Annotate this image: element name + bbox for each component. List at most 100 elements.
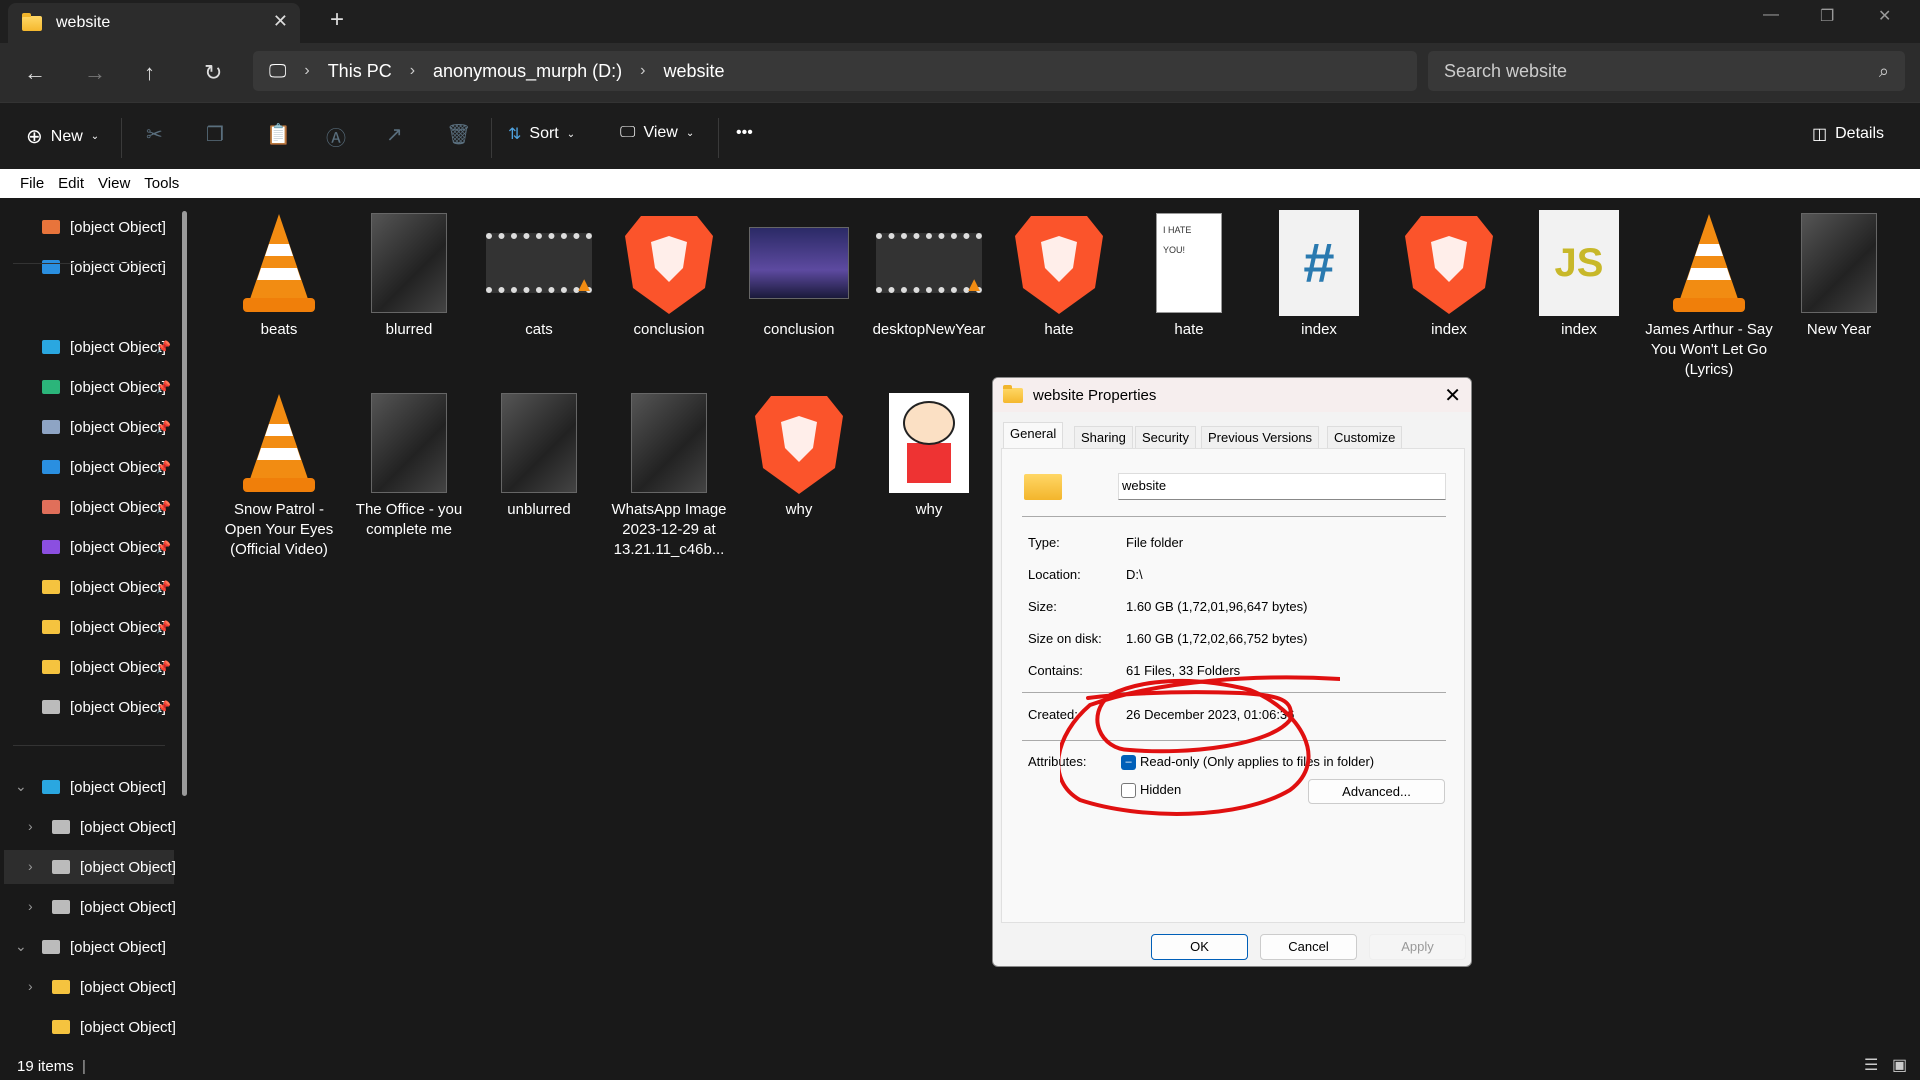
- tab-customize[interactable]: Customize: [1327, 426, 1403, 448]
- rename-icon[interactable]: Ⓐ: [326, 122, 346, 151]
- chevron-right-icon[interactable]: ›: [28, 978, 33, 994]
- file-item[interactable]: James Arthur - Say You Won't Let Go (Lyr…: [1645, 208, 1773, 380]
- file-item[interactable]: New Year: [1775, 208, 1903, 340]
- sidebar-item-windows-ssd[interactable]: [object Object]: [52, 812, 182, 842]
- copy-icon[interactable]: ❐: [206, 122, 224, 147]
- tab-sharing[interactable]: Sharing: [1074, 426, 1133, 448]
- sidebar-item-anonymous-murph-d[interactable]: [object Object]: [52, 852, 182, 882]
- view-button[interactable]: 🖵 View ⌄: [620, 124, 694, 142]
- close-tab-icon[interactable]: ✕: [273, 11, 288, 32]
- sort-label: Sort: [529, 125, 559, 142]
- sidebar-item-spotlight-v100[interactable]: [object Object]: [52, 972, 182, 1002]
- tab-previous-versions[interactable]: Previous Versions: [1201, 426, 1320, 448]
- chevron-down-icon[interactable]: ⌄: [15, 938, 27, 955]
- menu-file[interactable]: File: [20, 175, 44, 192]
- divider: [121, 118, 122, 158]
- details-view-icon[interactable]: ☰: [1864, 1055, 1878, 1075]
- menu-edit[interactable]: Edit: [58, 175, 84, 192]
- apply-button[interactable]: Apply: [1369, 934, 1466, 960]
- menu-view[interactable]: View: [98, 175, 130, 192]
- close-window-button[interactable]: ✕: [1878, 6, 1891, 26]
- cut-icon[interactable]: ✂: [146, 122, 163, 147]
- ok-button[interactable]: OK: [1151, 934, 1248, 960]
- sidebar-item-label: [object Object]: [70, 578, 166, 596]
- file-item[interactable]: hate: [995, 208, 1123, 340]
- more-options-button[interactable]: •••: [736, 124, 753, 142]
- file-item[interactable]: The Office - you complete me: [345, 388, 473, 540]
- file-name: index: [1561, 321, 1597, 338]
- tab-website[interactable]: website ✕: [8, 3, 300, 43]
- sidebar-item-folder[interactable]: [object Object]: [52, 1012, 182, 1042]
- chevron-right-icon[interactable]: ›: [28, 858, 33, 874]
- file-item[interactable]: # index: [1255, 208, 1383, 340]
- file-item[interactable]: JS index: [1515, 208, 1643, 340]
- file-item[interactable]: beats: [215, 208, 343, 340]
- file-item[interactable]: ▲ cats: [475, 208, 603, 340]
- breadcrumb-this-pc[interactable]: This PC: [328, 61, 392, 82]
- tiles-view-icon[interactable]: ▣: [1892, 1055, 1907, 1075]
- dialog-close-button[interactable]: ✕: [1444, 383, 1461, 408]
- sidebar-item-anonymous-murph-d[interactable]: [object Object]: [42, 692, 172, 722]
- sidebar-item-this-pc[interactable]: [object Object]: [42, 772, 172, 802]
- file-item[interactable]: why: [735, 388, 863, 520]
- delete-icon[interactable]: 🗑: [446, 122, 471, 147]
- brave-file-icon: [614, 208, 724, 318]
- file-item[interactable]: index: [1385, 208, 1513, 340]
- sidebar-item-gallery[interactable]: [object Object]: [42, 252, 172, 282]
- cancel-button[interactable]: Cancel: [1260, 934, 1357, 960]
- sort-button[interactable]: ⇅ Sort ⌄: [508, 124, 575, 144]
- file-item[interactable]: WhatsApp Image 2023-12-29 at 13.21.11_c4…: [605, 388, 733, 560]
- chevron-down-icon[interactable]: ⌄: [15, 778, 27, 795]
- sidebar-item-desktop[interactable]: [object Object]: [42, 332, 172, 362]
- new-tab-button[interactable]: +: [330, 6, 344, 34]
- sidebar-item-pictures[interactable]: [object Object]: [42, 452, 172, 482]
- maximize-button[interactable]: ❐: [1820, 6, 1834, 26]
- details-button[interactable]: ◫ Details: [1812, 124, 1884, 144]
- sidebar-item-camera[interactable]: [object Object]: [42, 572, 172, 602]
- sidebar-scrollbar[interactable]: [182, 211, 187, 796]
- back-button[interactable]: ←: [24, 60, 46, 86]
- paste-icon[interactable]: 📋: [266, 122, 291, 147]
- sidebar-item-downloads[interactable]: [object Object]: [42, 372, 172, 402]
- menu-tools[interactable]: Tools: [144, 175, 179, 192]
- sidebar-item-music[interactable]: [object Object]: [42, 492, 172, 522]
- file-item[interactable]: unblurred: [475, 388, 603, 520]
- breadcrumb-website[interactable]: website: [663, 61, 724, 82]
- chevron-right-icon[interactable]: ›: [28, 898, 33, 914]
- sidebar-item-usb-drive-e[interactable]: [object Object]: [42, 932, 172, 962]
- forward-button[interactable]: →: [84, 60, 106, 86]
- file-item[interactable]: blurred: [345, 208, 473, 340]
- file-item[interactable]: conclusion: [735, 208, 863, 340]
- sidebar-item-documents[interactable]: [object Object]: [42, 412, 172, 442]
- type-value: File folder: [1126, 535, 1184, 550]
- file-item[interactable]: I HATE YOU! hate: [1125, 208, 1253, 340]
- sidebar-item-website[interactable]: [object Object]: [42, 612, 172, 642]
- videos-icon: [42, 540, 60, 554]
- sidebar-item-usb-drive-e[interactable]: [object Object]: [52, 892, 182, 922]
- up-button[interactable]: ↑: [144, 60, 155, 86]
- divider: [1022, 516, 1446, 517]
- refresh-button[interactable]: ↻: [204, 60, 222, 86]
- sidebar-item-label: [object Object]: [70, 418, 166, 436]
- sidebar-item-home[interactable]: [object Object]: [42, 212, 172, 242]
- file-name: beats: [260, 321, 298, 338]
- file-item[interactable]: why: [865, 388, 993, 520]
- pin-icon: 📌: [156, 500, 171, 514]
- new-button[interactable]: ⊕ New ⌄: [26, 124, 99, 149]
- minimize-button[interactable]: —: [1763, 6, 1779, 24]
- sidebar-item-folder[interactable]: [object Object]: [42, 652, 172, 682]
- file-item[interactable]: ▲ desktopNewYear: [865, 208, 993, 340]
- file-item[interactable]: conclusion: [605, 208, 733, 340]
- sidebar-item-videos[interactable]: [object Object]: [42, 532, 172, 562]
- breadcrumb-drive[interactable]: anonymous_murph (D:): [433, 61, 622, 82]
- file-item[interactable]: Snow Patrol - Open Your Eyes (Official V…: [215, 388, 343, 560]
- tab-general[interactable]: General: [1003, 422, 1064, 448]
- size-on-disk-label: Size on disk:: [1028, 631, 1102, 646]
- tab-security[interactable]: Security: [1135, 426, 1196, 448]
- search-input[interactable]: Search website ⌕: [1428, 51, 1905, 91]
- address-bar[interactable]: 🖵 › This PC › anonymous_murph (D:) › web…: [253, 51, 1417, 91]
- folder-name-input[interactable]: website: [1118, 473, 1446, 500]
- chevron-right-icon[interactable]: ›: [28, 818, 33, 834]
- share-icon[interactable]: ↗: [386, 122, 403, 147]
- file-name: conclusion: [763, 321, 835, 338]
